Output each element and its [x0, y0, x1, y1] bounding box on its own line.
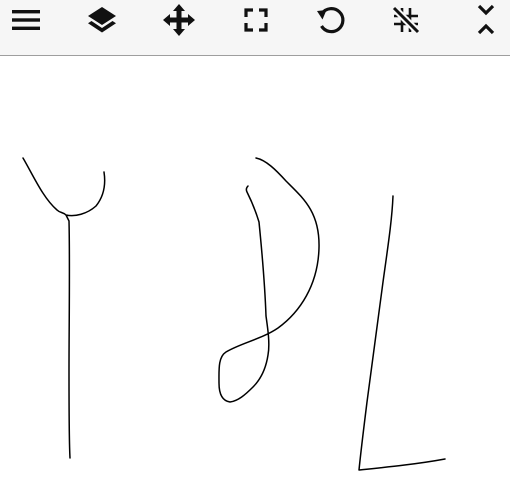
- grid-off-button[interactable]: [384, 0, 428, 40]
- drawing-svg: [22, 157, 446, 471]
- fullscreen-button[interactable]: [234, 0, 278, 40]
- fullscreen-icon: [244, 8, 268, 32]
- undo-button[interactable]: [309, 0, 353, 40]
- collapse-expand-icon: [477, 4, 495, 35]
- stroke-y: [22, 157, 106, 459]
- move-arrows-icon: [163, 4, 195, 36]
- stroke-loop: [218, 157, 320, 403]
- drawing-canvas[interactable]: [0, 56, 510, 495]
- stroke-l: [358, 195, 446, 471]
- toolbar: [0, 0, 510, 56]
- no-grid-icon: [391, 5, 421, 35]
- collapse-toggle-button[interactable]: [464, 0, 508, 40]
- menu-button[interactable]: [4, 0, 48, 40]
- layers-icon: [88, 7, 116, 33]
- undo-icon: [317, 7, 345, 34]
- drawing-app: [0, 0, 510, 495]
- hamburger-menu-icon: [12, 10, 40, 30]
- move-button[interactable]: [157, 0, 201, 40]
- layers-button[interactable]: [80, 0, 124, 40]
